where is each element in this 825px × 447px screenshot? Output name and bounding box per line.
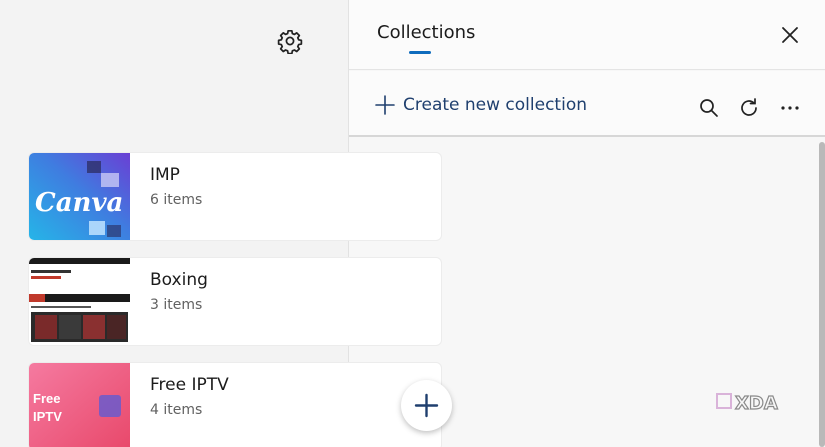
panel-title: Collections bbox=[377, 22, 476, 43]
collection-thumbnail: Canva bbox=[29, 153, 130, 240]
collection-count: 3 items bbox=[150, 297, 203, 313]
svg-text:IPTV: IPTV bbox=[33, 409, 62, 424]
collection-thumbnail bbox=[29, 258, 130, 345]
plus-icon bbox=[414, 393, 439, 418]
create-new-collection-label: Create new collection bbox=[403, 95, 587, 115]
search-icon[interactable] bbox=[698, 97, 720, 119]
collection-card-boxing[interactable]: Boxing 3 items bbox=[28, 257, 442, 346]
svg-text:Free: Free bbox=[33, 391, 60, 406]
xda-watermark: XDA bbox=[716, 392, 778, 415]
collection-name: Free IPTV bbox=[150, 375, 229, 395]
collection-name: Boxing bbox=[150, 270, 208, 290]
collections-toolbar: Create new collection bbox=[349, 71, 825, 137]
add-to-collection-button[interactable] bbox=[401, 380, 452, 431]
gear-icon[interactable] bbox=[277, 28, 303, 55]
collection-card-free-iptv[interactable]: Free IPTV Free IPTV 4 items bbox=[28, 362, 442, 447]
panel-header: Collections bbox=[349, 0, 825, 70]
collection-thumbnail: Free IPTV bbox=[29, 363, 130, 447]
collection-count: 4 items bbox=[150, 402, 203, 418]
plus-icon bbox=[375, 95, 395, 115]
collection-card-imp[interactable]: Canva IMP 6 items bbox=[28, 152, 442, 241]
close-icon[interactable] bbox=[779, 24, 801, 46]
watermark-text: XDA bbox=[735, 393, 778, 414]
active-tab-indicator bbox=[409, 51, 431, 54]
collection-count: 6 items bbox=[150, 192, 203, 208]
collection-name: IMP bbox=[150, 165, 180, 185]
thumbnail-text: Canva bbox=[35, 188, 123, 218]
create-new-collection-button[interactable]: Create new collection bbox=[375, 91, 587, 119]
refresh-icon[interactable] bbox=[738, 97, 760, 119]
more-options-icon[interactable] bbox=[779, 97, 801, 119]
panel-scrollbar[interactable] bbox=[819, 142, 825, 447]
